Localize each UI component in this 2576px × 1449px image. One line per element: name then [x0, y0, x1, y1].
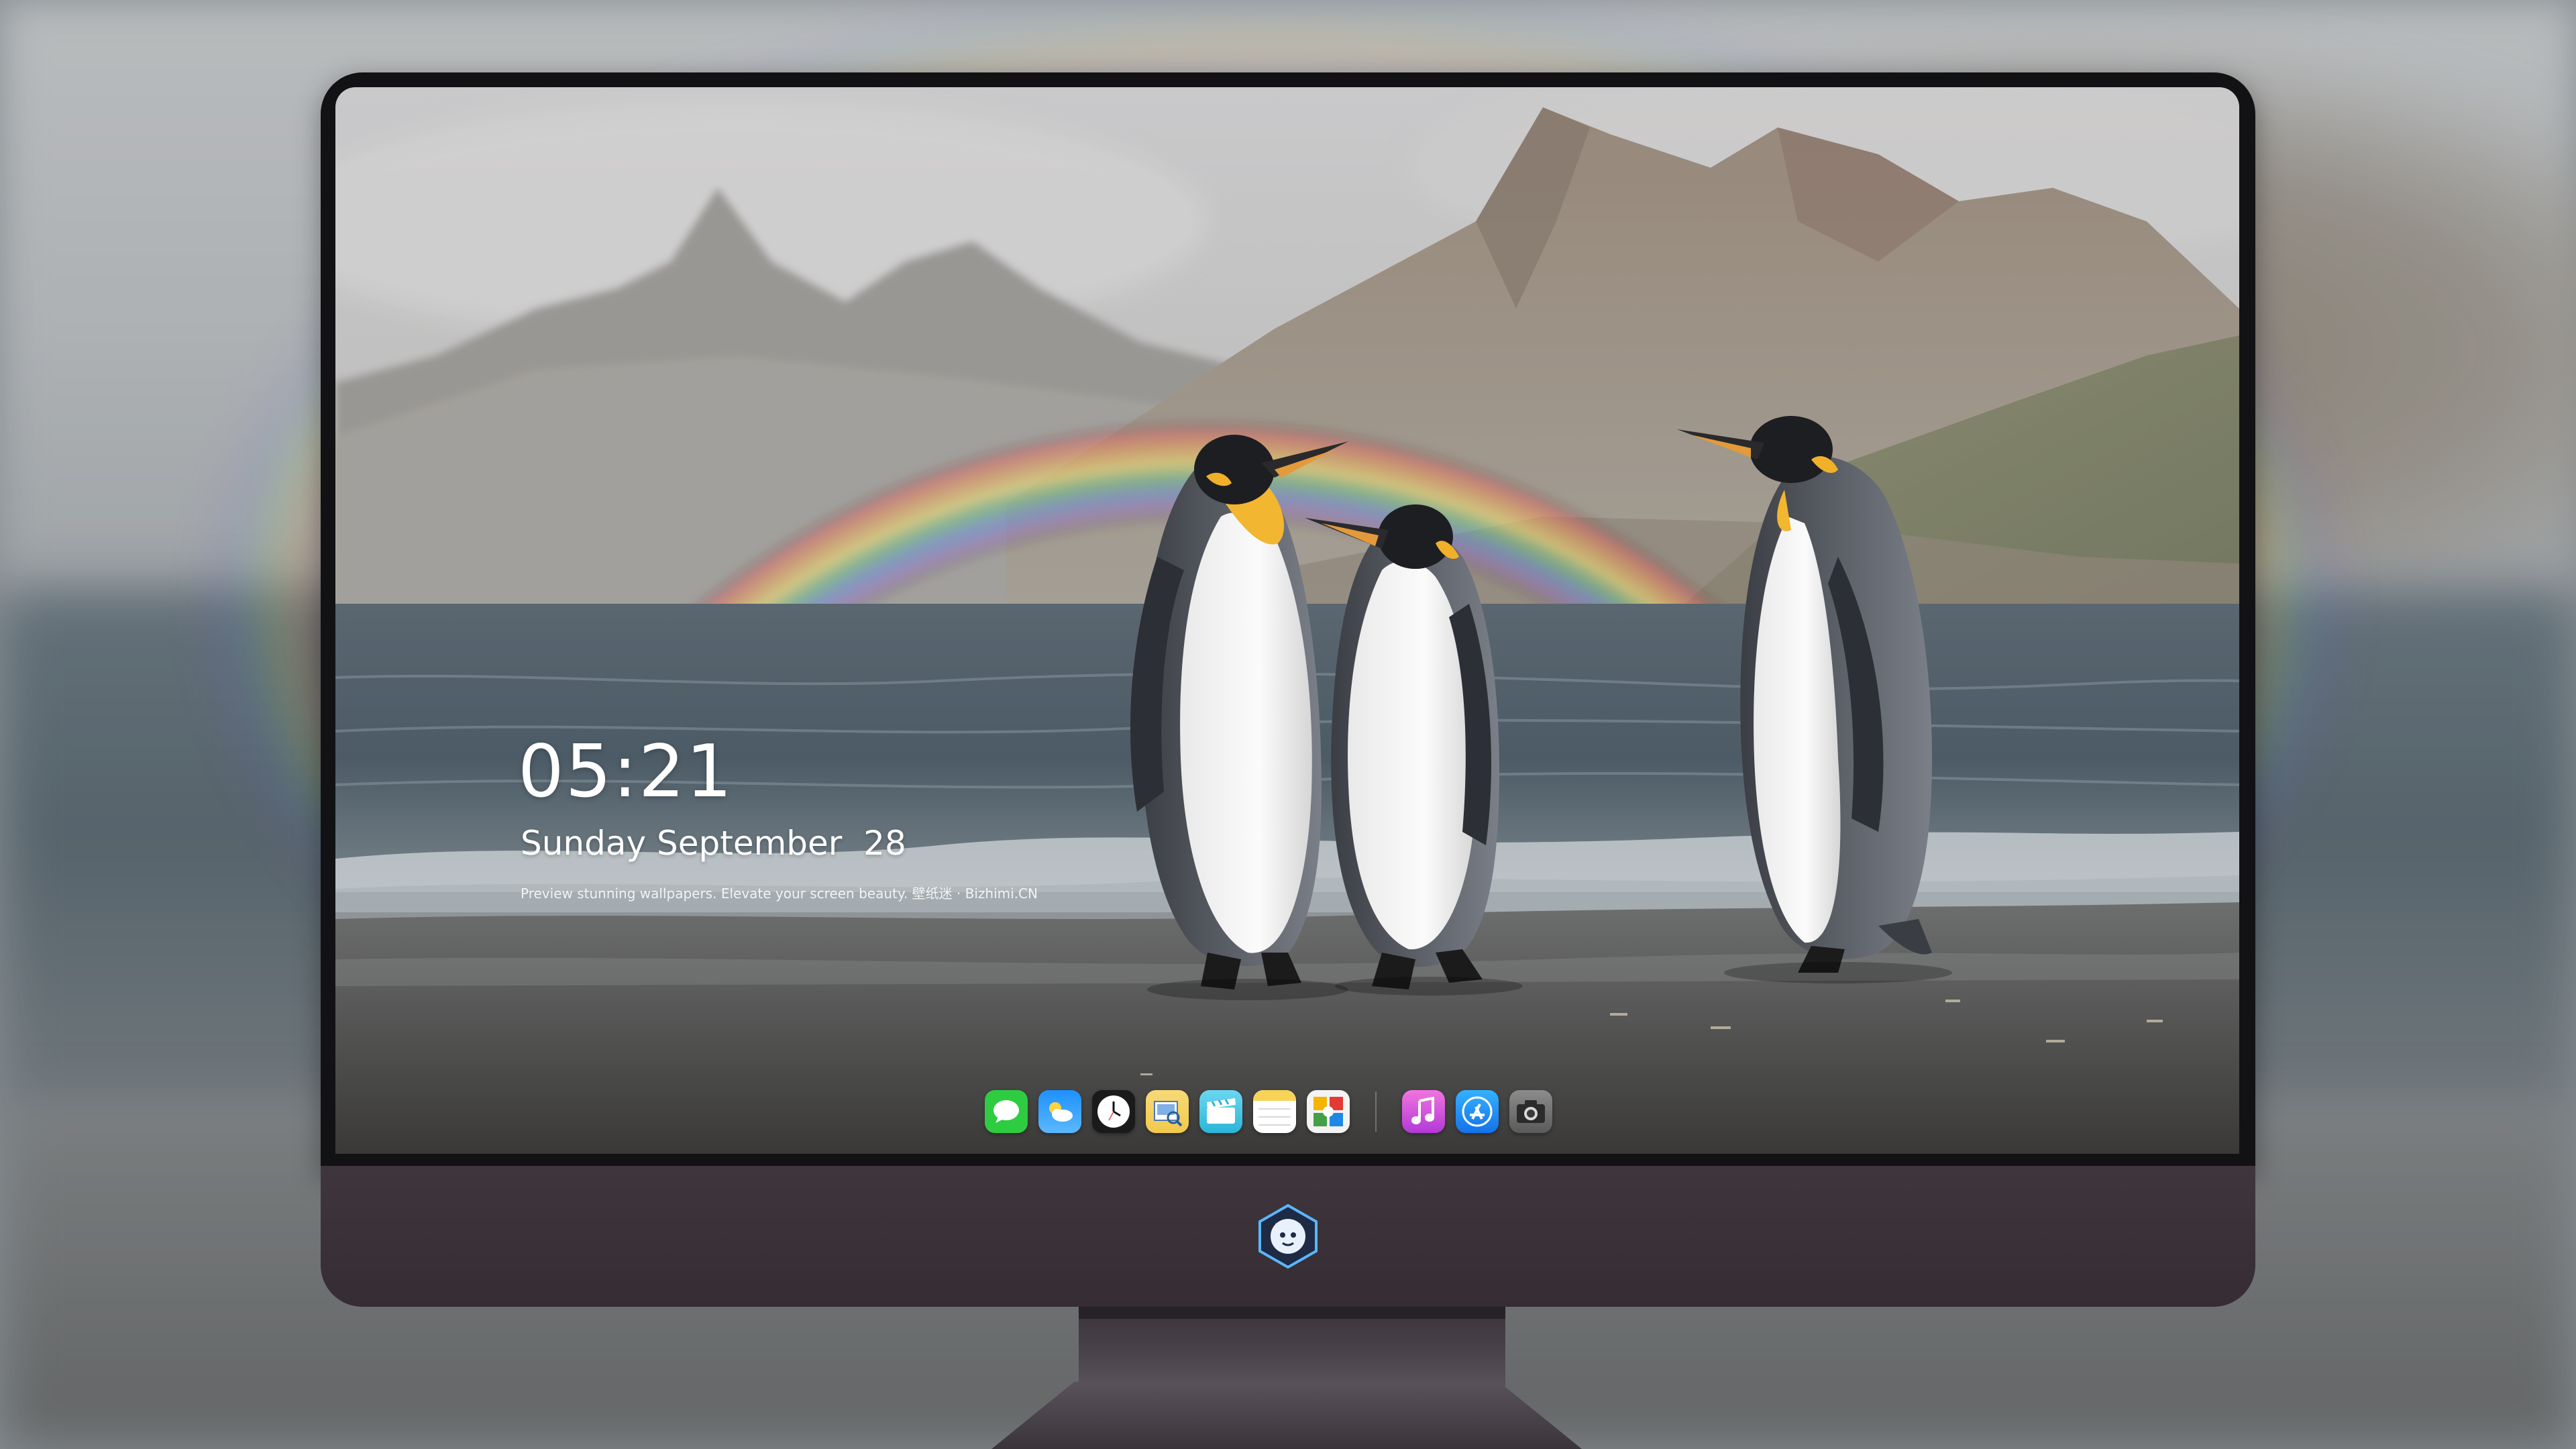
photo-booth-icon[interactable] — [1307, 1090, 1350, 1133]
app-store-icon[interactable] — [1456, 1090, 1499, 1133]
weather-icon[interactable] — [1038, 1090, 1081, 1133]
lockscreen-date: Sunday September 28 — [521, 824, 906, 863]
monitor-stand-neck — [1079, 1307, 1505, 1387]
lockscreen-time: 05:21 — [518, 730, 734, 814]
itunes-icon[interactable] — [1402, 1090, 1445, 1133]
monitor-stand-foot — [991, 1382, 1582, 1449]
screen: 05:21 Sunday September 28 Preview stunni… — [335, 87, 2239, 1154]
clock-icon[interactable] — [1092, 1090, 1135, 1133]
wallpaper-credit: Preview stunning wallpapers. Elevate you… — [521, 885, 1038, 902]
preview-icon[interactable] — [1146, 1090, 1189, 1133]
camera-icon[interactable] — [1509, 1090, 1552, 1133]
wallpaper-penguins-rainbow — [335, 87, 2239, 1154]
dock-separator — [1375, 1091, 1377, 1132]
brand-logo-icon — [1254, 1203, 1322, 1270]
messages-icon[interactable] — [985, 1090, 1028, 1133]
notes-icon[interactable] — [1253, 1090, 1296, 1133]
clips-icon[interactable] — [1199, 1090, 1242, 1133]
dock — [985, 1087, 1552, 1136]
